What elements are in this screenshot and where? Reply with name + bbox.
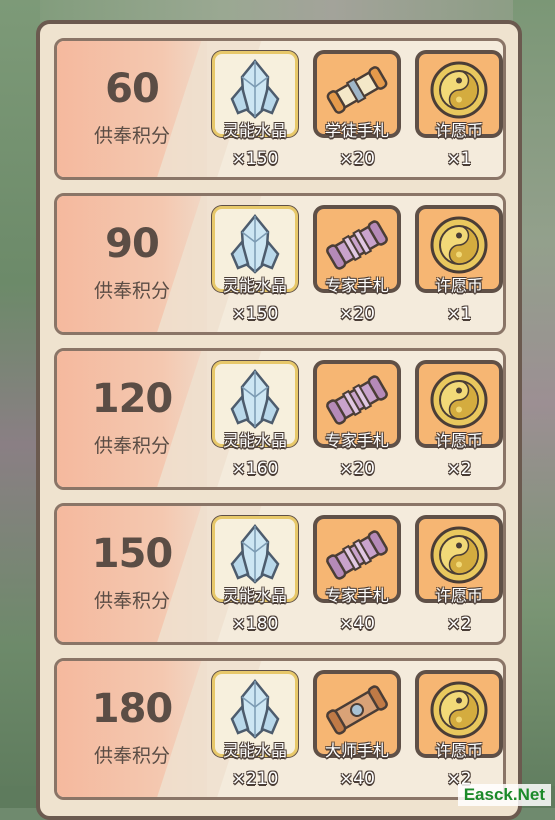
points-value: 150 xyxy=(91,531,174,577)
item-quantity: ×1 xyxy=(446,149,472,169)
reward-item-coin[interactable]: 许愿币 ×1 xyxy=(416,51,503,175)
item-quantity: ×180 xyxy=(231,614,279,634)
reward-items: 灵能水晶 ×210 大师手札 ×40 许愿币 ×2 xyxy=(212,671,502,795)
reward-item-scroll[interactable]: 学徒手札 ×20 xyxy=(314,51,404,175)
item-name: 大师手札 xyxy=(324,741,389,760)
reward-items: 灵能水晶 ×150 专家手札 ×20 许愿币 ×1 xyxy=(212,206,502,330)
item-name: 学徒手札 xyxy=(324,121,389,140)
reward-row: 180 供奉积分 灵能水晶 ×210 大师手札 ×40 许愿币 ×2 xyxy=(54,658,506,800)
reward-items: 灵能水晶 ×180 专家手札 ×40 许愿币 ×2 xyxy=(212,516,502,640)
item-name: 许愿币 xyxy=(434,121,483,140)
wish-coin-icon xyxy=(430,681,488,739)
reward-row: 150 供奉积分 灵能水晶 ×180 专家手札 ×40 许愿币 ×2 xyxy=(54,503,506,645)
crystal-icon xyxy=(230,369,280,429)
points-value: 180 xyxy=(91,686,174,732)
reward-item-crystal[interactable]: 灵能水晶 ×150 xyxy=(212,51,302,175)
reward-item-coin[interactable]: 许愿币 ×1 xyxy=(416,206,503,330)
points-label: 供奉积分 xyxy=(93,125,170,147)
item-name: 灵能水晶 xyxy=(222,741,287,760)
points-label: 供奉积分 xyxy=(93,745,170,767)
master-scroll-icon xyxy=(326,685,388,735)
item-quantity: ×160 xyxy=(231,459,279,479)
item-name: 许愿币 xyxy=(434,276,483,295)
item-name: 灵能水晶 xyxy=(222,586,287,605)
points-value: 60 xyxy=(105,66,160,112)
expert-scroll-icon xyxy=(326,530,388,580)
reward-panel: 60 供奉积分 灵能水晶 ×150 学徒手札 ×20 许愿币 ×1 90 供奉积… xyxy=(36,20,522,820)
reward-row: 120 供奉积分 灵能水晶 ×160 专家手札 ×20 许愿币 ×2 xyxy=(54,348,506,490)
reward-items: 灵能水晶 ×160 专家手札 ×20 许愿币 ×2 xyxy=(212,361,502,485)
item-quantity: ×210 xyxy=(231,769,279,789)
item-quantity: ×2 xyxy=(446,614,472,634)
item-name: 许愿币 xyxy=(434,431,483,450)
wish-coin-icon xyxy=(430,371,488,429)
points-value: 90 xyxy=(105,221,160,267)
crystal-icon xyxy=(230,59,280,119)
item-name: 灵能水晶 xyxy=(222,276,287,295)
wish-coin-icon xyxy=(430,61,488,119)
points-label: 供奉积分 xyxy=(93,590,170,612)
reward-item-coin[interactable]: 许愿币 ×2 xyxy=(416,671,503,795)
reward-item-scroll[interactable]: 大师手札 ×40 xyxy=(314,671,404,795)
item-name: 许愿币 xyxy=(434,741,483,760)
crystal-icon xyxy=(230,524,280,584)
reward-row: 90 供奉积分 灵能水晶 ×150 专家手札 ×20 许愿币 ×1 xyxy=(54,193,506,335)
item-name: 专家手札 xyxy=(324,431,389,450)
points-value: 120 xyxy=(91,376,174,422)
reward-item-crystal[interactable]: 灵能水晶 ×210 xyxy=(212,671,302,795)
item-quantity: ×20 xyxy=(339,149,375,169)
item-quantity: ×150 xyxy=(231,304,279,324)
item-name: 专家手札 xyxy=(324,586,389,605)
item-quantity: ×2 xyxy=(446,459,472,479)
item-quantity: ×20 xyxy=(339,459,375,479)
points-label: 供奉积分 xyxy=(93,435,170,457)
reward-item-crystal[interactable]: 灵能水晶 ×150 xyxy=(212,206,302,330)
wish-coin-icon xyxy=(430,526,488,584)
item-name: 专家手札 xyxy=(324,276,389,295)
item-quantity: ×40 xyxy=(339,614,375,634)
reward-item-scroll[interactable]: 专家手札 ×40 xyxy=(314,516,404,640)
reward-item-crystal[interactable]: 灵能水晶 ×160 xyxy=(212,361,302,485)
crystal-icon xyxy=(230,679,280,739)
watermark: Easck.Net xyxy=(457,784,551,806)
item-quantity: ×20 xyxy=(339,304,375,324)
reward-row: 60 供奉积分 灵能水晶 ×150 学徒手札 ×20 许愿币 ×1 xyxy=(54,38,506,180)
item-name: 许愿币 xyxy=(434,586,483,605)
expert-scroll-icon xyxy=(326,220,388,270)
background-left xyxy=(0,0,40,808)
crystal-icon xyxy=(230,214,280,274)
reward-item-crystal[interactable]: 灵能水晶 ×180 xyxy=(212,516,302,640)
reward-item-scroll[interactable]: 专家手札 ×20 xyxy=(314,361,404,485)
reward-item-coin[interactable]: 许愿币 ×2 xyxy=(416,361,503,485)
apprentice-scroll-icon xyxy=(326,66,388,114)
item-name: 灵能水晶 xyxy=(222,431,287,450)
item-name: 灵能水晶 xyxy=(222,121,287,140)
reward-item-scroll[interactable]: 专家手札 ×20 xyxy=(314,206,404,330)
item-quantity: ×150 xyxy=(231,149,279,169)
reward-item-coin[interactable]: 许愿币 ×2 xyxy=(416,516,503,640)
reward-items: 灵能水晶 ×150 学徒手札 ×20 许愿币 ×1 xyxy=(212,51,502,175)
item-quantity: ×1 xyxy=(446,304,472,324)
points-label: 供奉积分 xyxy=(93,280,170,302)
expert-scroll-icon xyxy=(326,375,388,425)
wish-coin-icon xyxy=(430,216,488,274)
item-quantity: ×40 xyxy=(339,769,375,789)
